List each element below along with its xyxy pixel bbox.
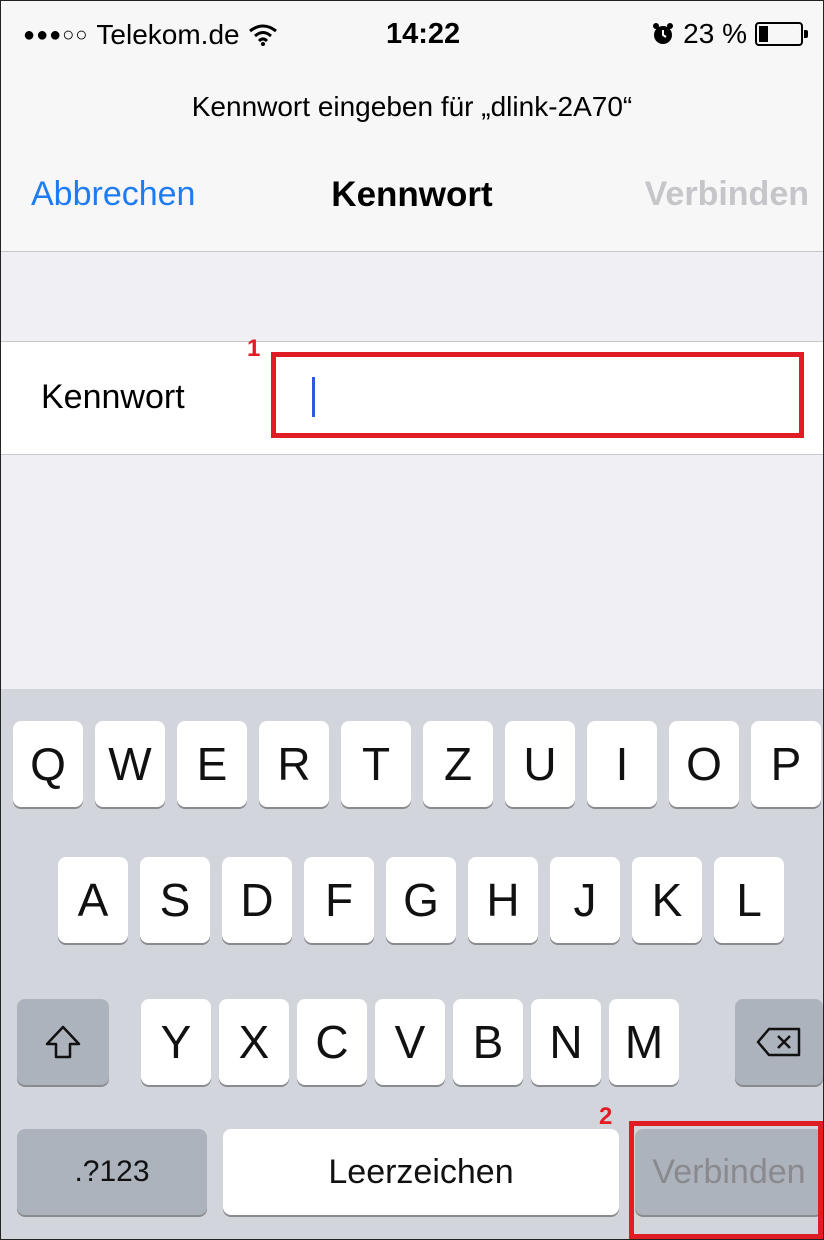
key-i[interactable]: I — [587, 721, 657, 807]
shift-key[interactable] — [17, 999, 109, 1085]
password-label: Kennwort — [41, 378, 185, 416]
key-n[interactable]: N — [531, 999, 601, 1085]
key-q[interactable]: Q — [13, 721, 83, 807]
key-m[interactable]: M — [609, 999, 679, 1085]
key-t[interactable]: T — [341, 721, 411, 807]
key-o[interactable]: O — [669, 721, 739, 807]
key-w[interactable]: W — [95, 721, 165, 807]
network-prompt: Kennwort eingeben für „dlink-2A70“ — [191, 91, 633, 122]
key-b[interactable]: B — [453, 999, 523, 1085]
phone-screen: ●●●○○ Telekom.de 14:22 23 % Kennwort ein… — [0, 0, 824, 1240]
text-caret — [312, 377, 315, 417]
space-key[interactable]: Leerzeichen — [223, 1129, 619, 1215]
key-d[interactable]: D — [222, 857, 292, 943]
key-k[interactable]: K — [632, 857, 702, 943]
key-a[interactable]: A — [58, 857, 128, 943]
alarm-icon — [651, 22, 675, 46]
status-bar: ●●●○○ Telekom.de 14:22 23 % — [1, 1, 823, 75]
password-input[interactable] — [271, 352, 804, 438]
wifi-icon — [248, 23, 278, 47]
shift-icon — [44, 1024, 82, 1060]
key-v[interactable]: V — [375, 999, 445, 1085]
navigation-bar: Kennwort eingeben für „dlink-2A70“ Kennw… — [1, 75, 823, 252]
key-g[interactable]: G — [386, 857, 456, 943]
annotation-marker-2: 2 — [599, 1103, 613, 1130]
battery-percent: 23 % — [683, 18, 747, 49]
delete-key[interactable] — [735, 999, 823, 1085]
carrier-name: Telekom.de — [96, 19, 240, 50]
key-s[interactable]: S — [140, 857, 210, 943]
key-c[interactable]: C — [297, 999, 367, 1085]
backspace-icon — [755, 1026, 803, 1058]
key-l[interactable]: L — [714, 857, 784, 943]
signal-strength-icon: ●●●○○ — [23, 23, 89, 46]
numbers-key[interactable]: .?123 — [17, 1129, 207, 1215]
key-j[interactable]: J — [550, 857, 620, 943]
battery-icon — [755, 22, 808, 46]
password-row: Kennwort — [1, 341, 823, 455]
connect-button[interactable]: Verbinden — [645, 175, 809, 214]
key-e[interactable]: E — [177, 721, 247, 807]
highlight-box-2 — [629, 1121, 823, 1239]
key-p[interactable]: P — [751, 721, 821, 807]
key-h[interactable]: H — [468, 857, 538, 943]
key-u[interactable]: U — [505, 721, 575, 807]
cancel-button[interactable]: Abbrechen — [31, 175, 195, 214]
key-f[interactable]: F — [304, 857, 374, 943]
key-z[interactable]: Z — [423, 721, 493, 807]
annotation-marker-1: 1 — [247, 335, 261, 362]
key-r[interactable]: R — [259, 721, 329, 807]
key-x[interactable]: X — [219, 999, 289, 1085]
key-y[interactable]: Y — [141, 999, 211, 1085]
clock-time: 14:22 — [386, 18, 461, 50]
